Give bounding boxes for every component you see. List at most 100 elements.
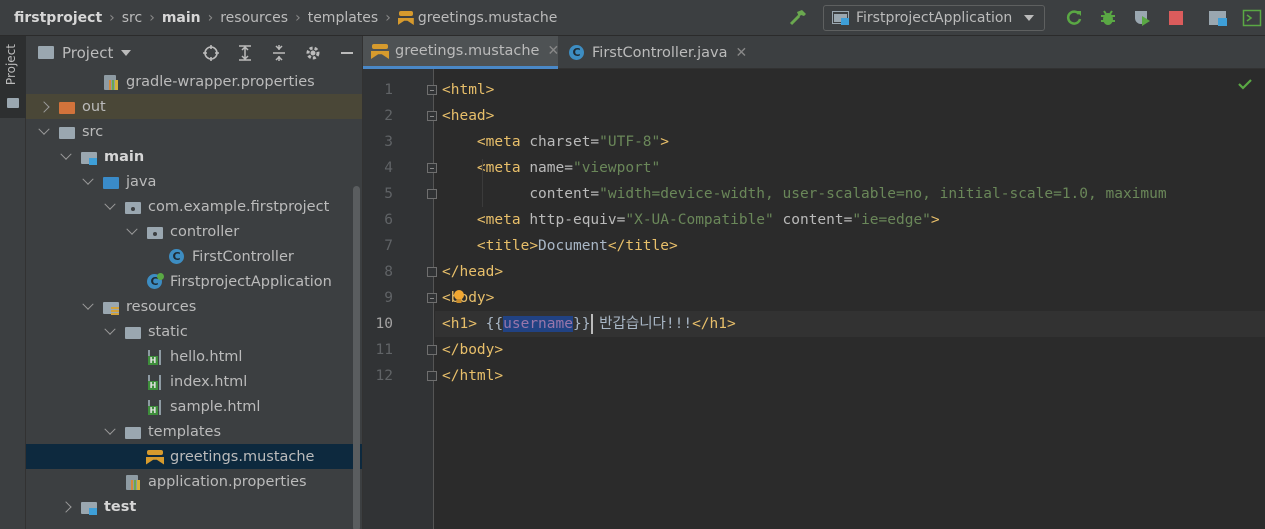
run-configuration-select[interactable]: FirstprojectApplication	[823, 5, 1045, 31]
tree-item[interactable]: resources	[26, 294, 362, 319]
tree-item[interactable]: out	[26, 94, 362, 119]
chevron-down-icon[interactable]	[82, 176, 94, 188]
mustache-file-icon	[371, 43, 389, 59]
code-line[interactable]: <head>	[435, 103, 1265, 129]
tree-item[interactable]: sample.html	[26, 394, 362, 419]
chevron-down-icon	[1024, 15, 1034, 21]
code-line[interactable]: </body>	[435, 337, 1265, 363]
chevron-down-icon[interactable]	[60, 151, 72, 163]
close-icon[interactable]: ✕	[736, 45, 748, 61]
tree-item[interactable]: com.example.firstproject	[26, 194, 362, 219]
tree-item[interactable]: main	[26, 144, 362, 169]
tree-item[interactable]: gradle-wrapper.properties	[26, 69, 362, 94]
code-line[interactable]: <meta charset="UTF-8">	[435, 129, 1265, 155]
tree-item[interactable]: application.properties	[26, 469, 362, 494]
checkmark-icon[interactable]	[1237, 76, 1253, 92]
code-line[interactable]: <body>	[435, 285, 1265, 311]
tree-item-label: controller	[170, 223, 240, 240]
line-number: 8	[384, 264, 393, 280]
expand-all-icon	[239, 44, 251, 61]
breadcrumb-separator: ›	[149, 10, 155, 26]
chevron-down-icon[interactable]	[126, 226, 138, 238]
chevron-right-icon[interactable]	[38, 101, 50, 113]
code-line[interactable]: <html>	[435, 77, 1265, 103]
tree-item-label: application.properties	[148, 473, 307, 490]
code-line[interactable]: content="width=device-width, user-scalab…	[435, 181, 1265, 207]
tree-item-label: templates	[148, 423, 222, 440]
breadcrumb-item-main[interactable]: main	[162, 10, 201, 26]
line-number: 12	[375, 368, 393, 384]
line-number: 3	[384, 134, 393, 150]
indent-guide	[482, 159, 483, 207]
editor-gutter[interactable]: 1 2 3 4 5 6 7 8 9 10 11 12	[363, 69, 437, 529]
tab-first-controller[interactable]: FirstController.java ✕	[560, 36, 755, 69]
chevron-down-icon[interactable]	[104, 201, 116, 213]
expand-all-button[interactable]	[235, 43, 255, 63]
debug-button[interactable]	[1097, 7, 1119, 29]
tree-item[interactable]: java	[26, 169, 362, 194]
crosshair-icon	[203, 44, 219, 61]
chevron-right-icon[interactable]	[60, 501, 72, 513]
html-file-icon	[146, 349, 164, 365]
spring-app-class-icon	[146, 272, 164, 290]
breadcrumb-item-src[interactable]: src	[122, 10, 142, 26]
editor-pane: greetings.mustache ✕ FirstController.jav…	[363, 36, 1265, 529]
project-tree: gradle-wrapper.properties out src main java c…	[26, 69, 362, 519]
text-caret	[591, 314, 593, 334]
tree-item[interactable]: index.html	[26, 369, 362, 394]
minimize-icon	[341, 51, 353, 54]
code-line[interactable]: <h1> {{username}} 반갑습니다!!!</h1>	[435, 311, 1265, 337]
tree-item-label: out	[82, 98, 106, 115]
tree-item[interactable]: hello.html	[26, 344, 362, 369]
collapse-all-button[interactable]	[269, 43, 289, 63]
breadcrumb-item-firstproject[interactable]: firstproject	[14, 10, 102, 26]
tab-greetings-mustache[interactable]: greetings.mustache ✕	[363, 36, 559, 69]
line-number: 11	[375, 342, 393, 358]
tree-item[interactable]: test	[26, 494, 362, 519]
code-line[interactable]: <meta http-equiv="X-UA-Compatible" conte…	[435, 207, 1265, 233]
tree-item[interactable]: greetings.mustache	[26, 444, 362, 469]
run-with-coverage-button[interactable]	[1131, 7, 1153, 29]
tree-item[interactable]: templates	[26, 419, 362, 444]
package-icon	[124, 199, 142, 215]
tree-item[interactable]: static	[26, 319, 362, 344]
project-view-title[interactable]: Project	[62, 44, 113, 62]
intention-bulb-icon[interactable]	[453, 290, 465, 304]
chevron-down-icon[interactable]	[104, 426, 116, 438]
locate-file-button[interactable]	[201, 43, 221, 63]
project-tree-scrollbar[interactable]	[353, 186, 360, 529]
project-tool-tab[interactable]: Project	[0, 36, 26, 118]
tab-label: greetings.mustache	[395, 43, 540, 59]
close-icon[interactable]: ✕	[547, 43, 559, 59]
project-structure-button[interactable]	[1207, 7, 1229, 29]
chevron-down-icon[interactable]	[82, 301, 94, 313]
tree-item-label: gradle-wrapper.properties	[126, 73, 315, 90]
code-line[interactable]: <title>Document</title>	[435, 233, 1265, 259]
tree-item[interactable]: controller	[26, 219, 362, 244]
hide-panel-button[interactable]	[337, 43, 357, 63]
hammer-icon[interactable]	[787, 7, 809, 29]
breadcrumb-item-file[interactable]: greetings.mustache	[418, 10, 558, 26]
code-editor[interactable]: <html> <head> <meta charset="UTF-8"> <met…	[435, 69, 1265, 529]
tree-item-label: greetings.mustache	[170, 448, 315, 465]
terminal-button[interactable]	[1241, 7, 1263, 29]
excluded-folder-icon	[58, 99, 76, 115]
tree-item[interactable]: FirstprojectApplication	[26, 269, 362, 294]
project-panel-header: Project	[26, 36, 362, 69]
code-line[interactable]: </html>	[435, 363, 1265, 389]
tree-item[interactable]: FirstController	[26, 244, 362, 269]
code-line[interactable]: <meta name="viewport"	[435, 155, 1265, 181]
breadcrumb-item-resources[interactable]: resources	[220, 10, 288, 26]
project-structure-icon	[1209, 11, 1227, 26]
breadcrumb-separator: ›	[295, 10, 301, 26]
chevron-down-icon[interactable]	[121, 49, 132, 56]
breadcrumb-item-templates[interactable]: templates	[308, 10, 379, 26]
rerun-button[interactable]	[1063, 7, 1085, 29]
code-line[interactable]: </head>	[435, 259, 1265, 285]
tree-item[interactable]: src	[26, 119, 362, 144]
chevron-down-icon[interactable]	[104, 326, 116, 338]
chevron-down-icon[interactable]	[38, 126, 50, 138]
settings-button[interactable]	[303, 43, 323, 63]
stop-button[interactable]	[1165, 7, 1187, 29]
module-folder-icon	[80, 149, 98, 165]
